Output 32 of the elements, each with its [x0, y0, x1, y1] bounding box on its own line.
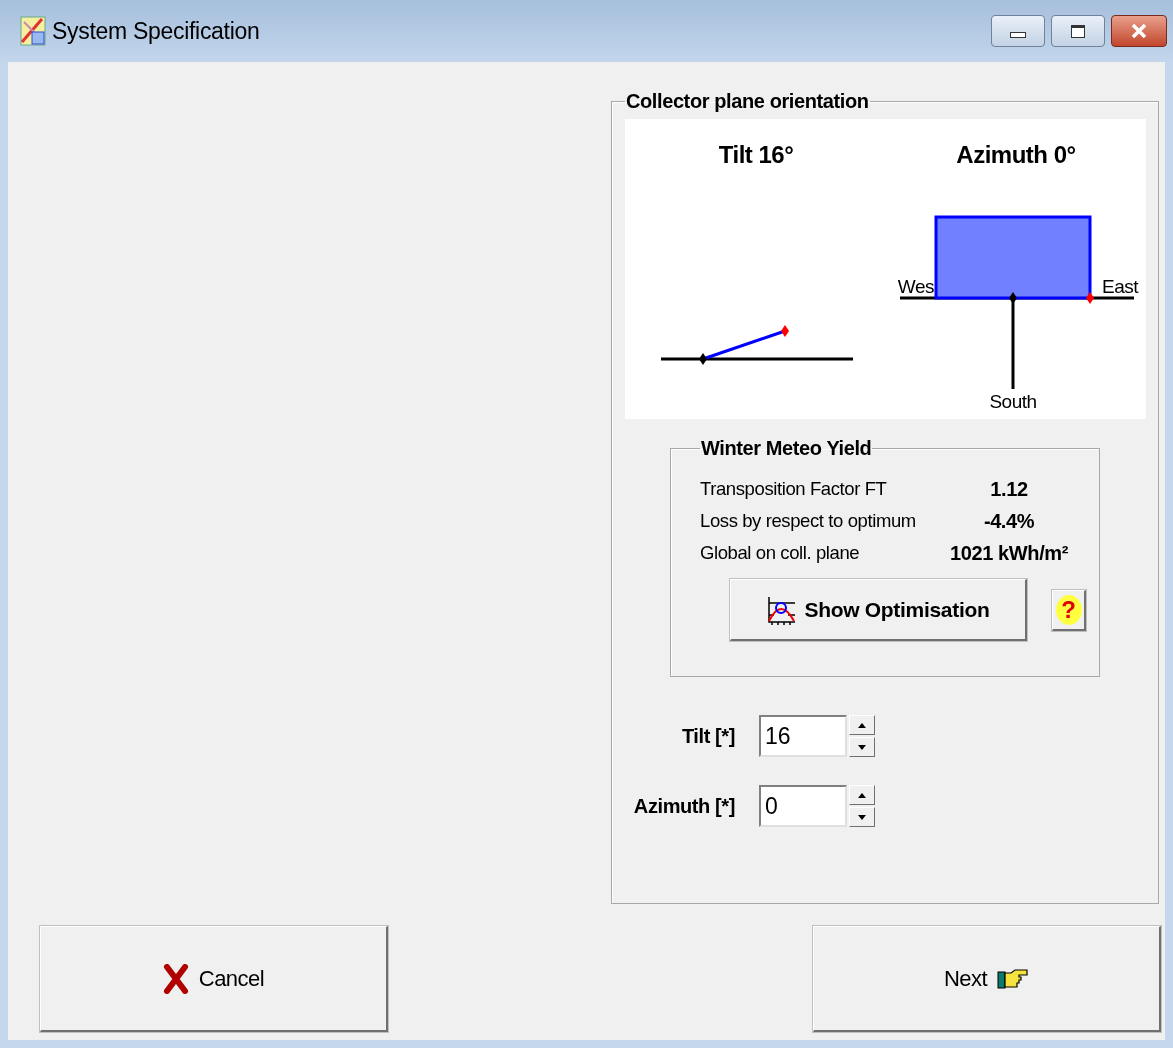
- tilt-title: Tilt 16°: [718, 141, 794, 168]
- azimuth-title: Azimuth 0°: [956, 141, 1076, 168]
- maximize-button[interactable]: [1051, 15, 1105, 47]
- west-label: Wes: [897, 276, 934, 297]
- number-field[interactable]: 16: [759, 715, 847, 757]
- next-button[interactable]: Next: [813, 926, 1161, 1032]
- field-label: Azimuth [*]: [633, 794, 735, 818]
- east-label: East: [1102, 276, 1139, 297]
- close-icon: [1130, 23, 1148, 39]
- result-value: -4.4%: [982, 510, 1036, 533]
- result-value: 1021 kWh/m²: [949, 542, 1069, 565]
- help-button[interactable]: ?: [1052, 589, 1086, 631]
- spin-buttons[interactable]: [849, 715, 875, 757]
- minimize-button[interactable]: [991, 15, 1045, 47]
- show-optimisation-button[interactable]: Show Optimisation: [730, 579, 1027, 641]
- result-label: Loss by respect to optimum: [700, 510, 917, 533]
- window-title: System Specification: [52, 17, 260, 45]
- cancel-button[interactable]: Cancel: [40, 926, 388, 1032]
- field-label: Tilt [*]: [681, 724, 735, 748]
- number-field[interactable]: 0: [759, 785, 847, 827]
- cross-icon: [162, 963, 189, 994]
- close-button[interactable]: [1111, 15, 1167, 47]
- group-title: Collector plane orientation: [625, 90, 870, 113]
- app-icon: [20, 16, 46, 46]
- south-label: South: [989, 391, 1037, 412]
- result-value: 1.12: [989, 478, 1029, 501]
- chart-icon: [766, 594, 797, 625]
- spin-buttons[interactable]: [849, 785, 875, 827]
- result-label: Global on coll. plane: [700, 542, 861, 565]
- result-label: Transposition Factor FT: [700, 478, 888, 501]
- group-title: Winter Meteo Yield: [700, 437, 873, 460]
- pointing-hand-icon: [997, 966, 1030, 991]
